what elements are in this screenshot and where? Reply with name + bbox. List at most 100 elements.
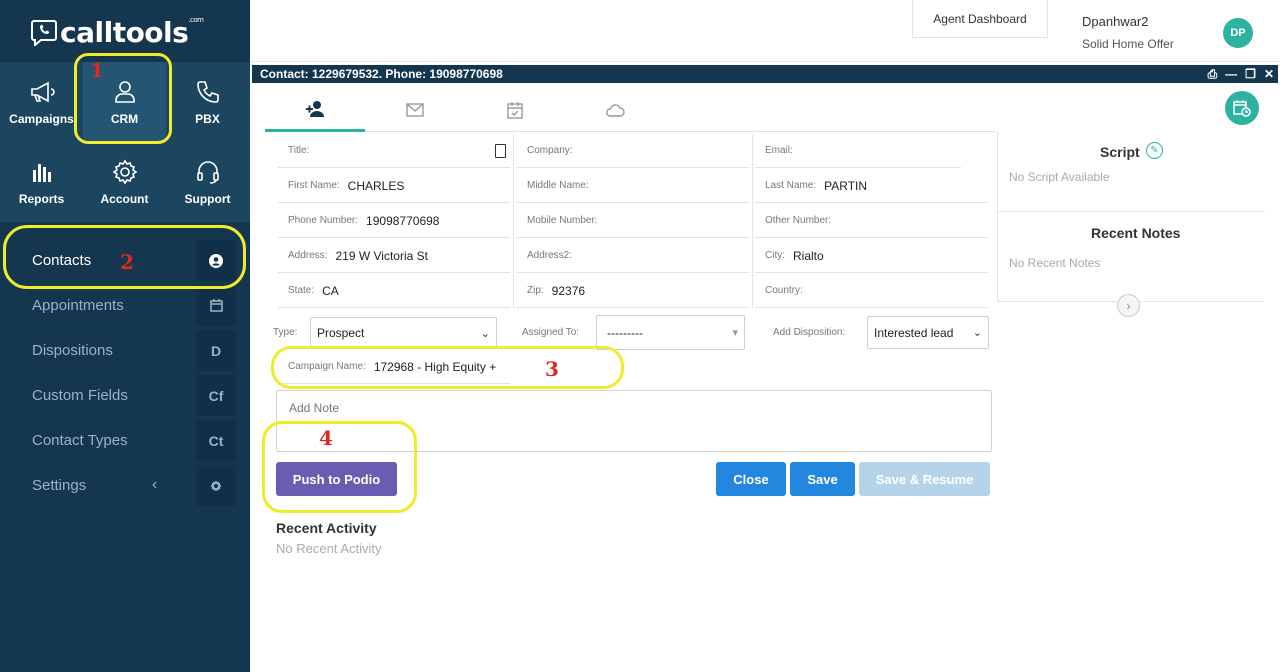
country-label: Country: [765, 285, 803, 296]
script-notes-panel: Script ✎ No Script Available Recent Note… [997, 132, 1265, 302]
first-name-field[interactable]: First Name: CHARLES [278, 169, 510, 203]
chevron-down-icon: ⌄ [972, 327, 982, 339]
save-button[interactable]: Save [790, 462, 855, 496]
restore-icon[interactable]: ❐ [1245, 65, 1256, 83]
highlight-podio [262, 421, 417, 513]
phone-field[interactable]: Phone Number: 19098770698 [278, 204, 510, 238]
assigned-to-select[interactable]: --------- ▾ [596, 315, 745, 350]
tab-calendar[interactable] [465, 88, 565, 132]
nav-pbx[interactable]: PBX [166, 62, 249, 142]
tab-email[interactable] [365, 88, 465, 132]
nav-campaigns[interactable]: Campaigns [0, 62, 83, 142]
tab-cloud[interactable] [565, 88, 665, 132]
title-label: Title: [288, 145, 310, 156]
calendar-icon [196, 285, 236, 326]
headset-icon [196, 161, 219, 184]
recent-notes-title: Recent Notes [1091, 225, 1181, 241]
print-icon[interactable]: ⎙ [1208, 65, 1218, 83]
column-divider [752, 134, 753, 308]
address-value: 219 W Victoria St [335, 248, 428, 263]
app-root: calltools.com Campaigns CRM PBX Reports … [0, 0, 1280, 672]
middle-name-field[interactable]: Middle Name: [517, 169, 749, 203]
type-select[interactable]: Prospect ⌄ [310, 317, 497, 349]
close-button[interactable]: Close [716, 462, 786, 496]
avatar[interactable]: DP [1223, 18, 1253, 48]
bar-chart-icon [32, 164, 51, 182]
cloud-icon [606, 104, 625, 117]
email-label: Email: [765, 145, 793, 156]
nav-support[interactable]: Support [166, 142, 249, 222]
highlight-crm [74, 53, 172, 144]
address-field[interactable]: Address: 219 W Victoria St [278, 239, 510, 273]
contact-card-icon[interactable] [495, 144, 506, 158]
submenu-settings-label: Settings [32, 477, 87, 494]
address-label: Address: [288, 250, 328, 261]
minimize-icon[interactable]: — [1225, 65, 1237, 83]
mobile-label: Mobile Number: [527, 215, 598, 226]
chevron-down-icon: ⌄ [480, 328, 490, 340]
submenu-dispositions[interactable]: Dispositions D [0, 328, 250, 373]
panel-divider [998, 211, 1265, 212]
schedule-history-button[interactable] [1225, 91, 1259, 125]
address2-field[interactable]: Address2: [517, 239, 749, 273]
country-field[interactable]: Country: [755, 274, 987, 308]
save-and-resume-button[interactable]: Save & Resume [859, 462, 990, 496]
disposition-label: Add Disposition: [773, 327, 846, 338]
tab-contact[interactable] [265, 88, 365, 132]
first-name-value: CHARLES [347, 178, 405, 193]
top-header: Agent Dashboard Dpanhwar2 Solid Home Off… [250, 0, 1280, 62]
megaphone-icon [30, 81, 55, 103]
pencil-icon[interactable]: ✎ [1146, 142, 1163, 159]
contact-title-bar: Contact: 1229679532. Phone: 19098770698 … [252, 65, 1278, 83]
calltools-logo[interactable]: calltools.com [30, 14, 204, 50]
nav-account[interactable]: Account [83, 142, 166, 222]
submenu-settings[interactable]: Settings ‹ [0, 463, 250, 508]
logo-name: calltools [60, 15, 189, 49]
title-field[interactable]: Title: [278, 134, 510, 168]
submenu-custom-fields[interactable]: Custom Fields Cf [0, 373, 250, 418]
zip-field[interactable]: Zip: 92376 [517, 274, 749, 308]
type-label: Type: [273, 327, 298, 338]
logo-suffix: .com [188, 15, 204, 24]
contact-title: Contact: 1229679532. Phone: 19098770698 [260, 67, 503, 81]
city-label: City: [765, 250, 785, 261]
close-icon[interactable]: ✕ [1264, 65, 1274, 83]
logo-text: calltools.com [60, 16, 204, 49]
disposition-select[interactable]: Interested lead ⌄ [867, 316, 989, 349]
email-field[interactable]: Email: [755, 134, 961, 168]
nav-campaigns-label: Campaigns [9, 112, 74, 126]
state-field[interactable]: State: CA [278, 274, 510, 308]
type-select-value: Prospect [317, 326, 365, 340]
mobile-field[interactable]: Mobile Number: [517, 204, 749, 238]
submenu-appointments[interactable]: Appointments [0, 283, 250, 328]
company-field[interactable]: Company: [517, 134, 749, 168]
dispositions-badge: D [196, 330, 236, 371]
last-name-value: PARTIN [824, 178, 868, 193]
nav-reports[interactable]: Reports [0, 142, 83, 222]
chevron-right-icon[interactable]: › [1117, 294, 1140, 317]
city-field[interactable]: City: Rialto [755, 239, 987, 273]
submenu-dispositions-label: Dispositions [32, 342, 113, 359]
other-number-field[interactable]: Other Number: [755, 204, 987, 238]
city-value: Rialto [793, 248, 824, 263]
caret-down-icon: ▾ [732, 327, 738, 339]
state-value: CA [322, 283, 339, 298]
nav-support-label: Support [184, 192, 231, 206]
user-name: Dpanhwar2 [1082, 14, 1149, 29]
annotation-number-4: 4 [319, 426, 333, 450]
contact-tabs [265, 88, 995, 132]
agent-dashboard-button[interactable]: Agent Dashboard [912, 0, 1048, 38]
last-name-field[interactable]: Last Name: PARTIN [755, 169, 987, 203]
submenu-contact-types[interactable]: Contact Types Ct [0, 418, 250, 463]
phone-label: Phone Number: [288, 215, 359, 226]
contact-types-badge: Ct [196, 420, 236, 461]
column-divider [513, 134, 514, 308]
note-placeholder: Add Note [289, 401, 340, 415]
assigned-to-value: --------- [607, 325, 643, 340]
recent-activity-title: Recent Activity [276, 520, 377, 536]
gear-icon [112, 159, 137, 185]
envelope-icon [406, 103, 424, 117]
custom-fields-badge: Cf [196, 375, 236, 416]
state-label: State: [288, 285, 315, 296]
zip-value: 92376 [551, 283, 586, 298]
